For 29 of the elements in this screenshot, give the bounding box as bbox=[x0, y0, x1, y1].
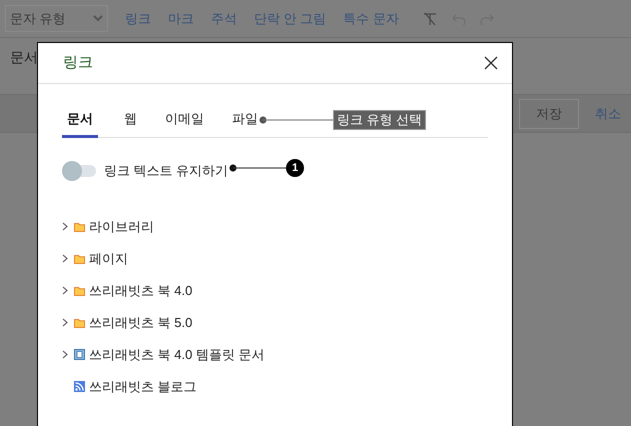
chevron-icon[interactable] bbox=[62, 350, 68, 359]
folder-icon bbox=[74, 222, 85, 232]
tab[interactable]: 웹 bbox=[122, 109, 139, 138]
chevron-icon[interactable] bbox=[62, 254, 68, 263]
editor-label: 문서 bbox=[10, 49, 38, 65]
leader-line bbox=[229, 164, 287, 172]
tree-item[interactable]: 쓰리래빗츠 블로그 bbox=[89, 376, 197, 396]
close-icon[interactable] bbox=[484, 56, 498, 70]
dialog-title: 링크 bbox=[63, 52, 93, 73]
tree-item[interactable]: 쓰리래빗츠 북 4.0 bbox=[89, 280, 192, 300]
tree-item[interactable]: 쓰리래빗츠 북 4.0 템플릿 문서 bbox=[89, 344, 265, 364]
tab[interactable]: 파일 bbox=[230, 109, 260, 138]
folder-icon bbox=[74, 286, 85, 296]
caret-icon bbox=[93, 15, 103, 22]
tab[interactable]: 문서 bbox=[62, 109, 98, 138]
folder-icon bbox=[74, 254, 85, 264]
tree-item[interactable]: 라이브러리 bbox=[89, 216, 154, 236]
chevron-icon[interactable] bbox=[62, 222, 68, 231]
toggle-label: 링크 텍스트 유지하기 bbox=[104, 162, 228, 180]
toggle-switch[interactable] bbox=[62, 160, 96, 180]
chevron-icon[interactable] bbox=[62, 318, 68, 327]
chevron-icon[interactable] bbox=[62, 286, 68, 295]
document-icon bbox=[74, 349, 85, 360]
rss-icon bbox=[74, 381, 85, 392]
tree-item[interactable]: 쓰리래빗츠 북 5.0 bbox=[89, 312, 192, 332]
folder-icon bbox=[74, 318, 85, 328]
tab[interactable]: 이메일 bbox=[163, 109, 206, 138]
tree-item[interactable]: 페이지 bbox=[89, 248, 128, 268]
annotation-label: 링크 유형 선택 bbox=[333, 110, 426, 130]
